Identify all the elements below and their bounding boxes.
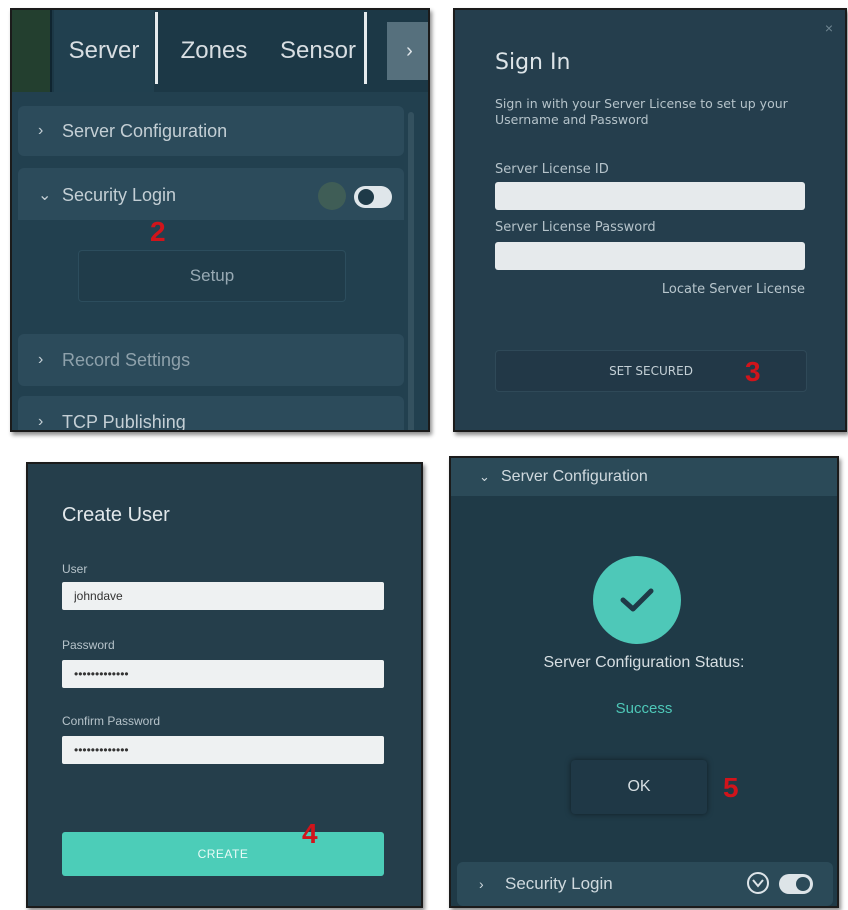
dialog-title: Sign In [495,50,571,75]
tab-divider [364,12,367,84]
configuration-status-panel: ⌄ Server Configuration Server Configurat… [449,456,839,908]
step-number: 5 [723,772,739,803]
tab-sensor[interactable]: Sensor [270,10,366,92]
section-label: Server Configuration [501,468,648,485]
shield-icon [747,872,769,894]
user-input[interactable] [62,582,384,610]
license-id-label: Server License ID [495,162,609,177]
section-label: Record Settings [62,349,191,370]
chevron-down-icon: ⌄ [479,469,490,484]
chevron-right-icon: › [479,876,484,892]
license-id-input[interactable] [495,182,805,210]
chevron-right-icon: › [38,351,44,368]
section-label: Security Login [505,874,613,893]
chevron-right-icon: › [38,413,44,430]
tab-server[interactable]: Server [54,10,154,92]
tab-scroll-right-button[interactable]: › [387,22,428,80]
chevron-right-icon: › [406,39,413,62]
tab-bar: Server Zones Sensor › [12,10,428,92]
shield-icon [318,182,346,210]
chevron-right-icon: › [38,122,44,139]
step-number: 4 [302,818,318,849]
security-login-toggle[interactable] [779,874,813,894]
setup-button[interactable]: Setup [78,250,346,302]
sign-in-dialog: × Sign In Sign in with your Server Licen… [453,8,847,432]
user-label: User [62,562,88,576]
tab-divider [155,12,158,84]
scrollbar[interactable] [408,112,414,430]
license-password-label: Server License Password [495,220,656,235]
server-settings-panel: Server Zones Sensor › › Server Configura… [10,8,430,432]
locate-license-link[interactable]: Locate Server License [662,282,805,297]
checkmark-icon [593,556,681,644]
step-number: 3 [745,356,761,387]
status-value: Success [615,700,673,717]
status-label: Server Configuration Status: [543,654,745,671]
section-server-configuration[interactable]: › Server Configuration [18,106,404,156]
tab-zones[interactable]: Zones [160,10,268,92]
confirm-password-label: Confirm Password [62,714,161,728]
tab-stub[interactable] [12,10,52,92]
section-label: Security Login [62,184,177,205]
section-record-settings[interactable]: › Record Settings [18,334,404,386]
section-tcp-publishing[interactable]: › TCP Publishing [18,396,404,432]
dialog-title: Create User [62,504,170,526]
chevron-down-icon: ⌄ [38,187,52,204]
create-user-dialog: Create User User Password Confirm Passwo… [26,462,423,908]
dialog-subtitle: Sign in with your Server License to set … [495,96,788,127]
password-input[interactable] [62,660,384,688]
section-security-login[interactable]: ⌄ Security Login [18,168,404,222]
step-number: 2 [150,216,166,247]
section-label: TCP Publishing [62,411,186,432]
ok-button[interactable]: OK [571,760,707,814]
license-password-input[interactable] [495,242,805,270]
close-icon[interactable]: × [825,20,833,36]
section-security-login[interactable]: › Security Login [457,862,833,906]
password-label: Password [62,638,115,652]
section-server-configuration[interactable]: ⌄ Server Configuration [451,458,837,496]
confirm-password-input[interactable] [62,736,384,764]
security-login-toggle[interactable] [354,186,392,208]
section-label: Server Configuration [62,120,228,141]
create-button[interactable]: CREATE [62,832,384,876]
